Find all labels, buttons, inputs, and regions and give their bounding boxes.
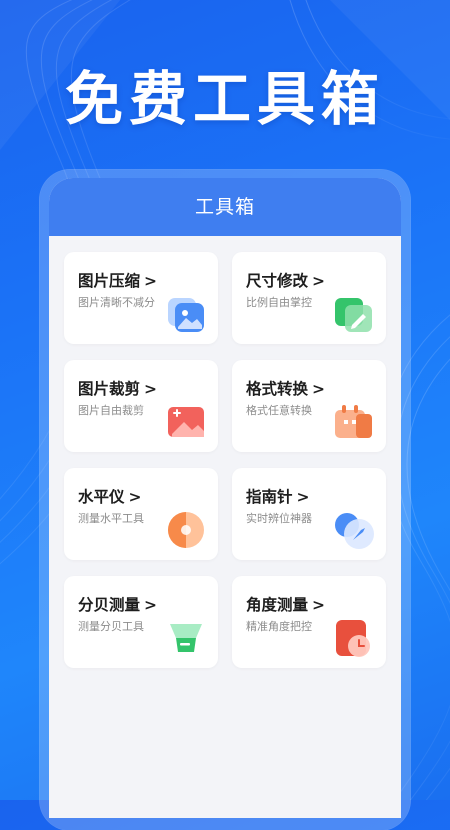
tool-title: 水平仪 [78,488,125,506]
image-compress-icon [168,298,204,332]
tool-title: 图片压缩 [78,272,141,290]
app-screen: 工具箱 图片压缩> 图片清晰不减分 尺寸修改> 比例自由掌控 图片裁剪> [49,178,401,818]
tool-card-format-convert[interactable]: 格式转换 > 格式任意转换 [232,360,386,452]
tool-card-level[interactable]: 水平仪 > 测量水平工具 [64,468,218,560]
chevron-right-icon: > [312,380,326,398]
page-title: 工具箱 [49,178,401,236]
tool-title: 尺寸修改 [246,272,309,290]
tool-description: 比例自由掌控 [246,296,312,309]
resize-edit-icon [335,298,372,332]
tool-card-angle[interactable]: 角度测量 > 精准角度把控 [232,576,386,668]
decibel-icon [170,624,202,652]
chevron-right-icon: > [144,380,158,398]
tool-description: 测量水平工具 [78,512,144,525]
tool-description: 格式任意转换 [246,404,312,417]
tool-title: 角度测量 [246,596,309,614]
tool-description: 图片清晰不减分 [78,296,155,309]
tool-description: 精准角度把控 [246,620,312,633]
chevron-right-icon: > [144,596,158,614]
tool-description: 图片自由裁剪 [78,404,144,417]
chevron-right-icon: > [312,272,326,290]
chevron-right-icon: > [312,596,326,614]
tool-title: 图片裁剪 [78,380,141,398]
tool-card-image-crop[interactable]: 图片裁剪 > 图片自由裁剪 [64,360,218,452]
chevron-right-icon: > [144,272,158,290]
tool-card-decibel[interactable]: 分贝测量 > 测量分贝工具 [64,576,218,668]
angle-icon [336,620,370,657]
tool-description: 测量分贝工具 [78,620,144,633]
tool-card-image-compress[interactable]: 图片压缩 > 图片清晰不减分 [64,252,218,344]
chevron-right-icon: > [296,488,310,506]
compass-icon [335,513,374,549]
tool-title: 格式转换 [246,380,309,398]
chevron-right-icon: > [128,488,142,506]
tool-card-compass[interactable]: 指南针 > 实时辨位神器 [232,468,386,560]
level-icon [168,512,204,548]
hero-title: 免费工具箱 [64,65,385,133]
tool-card-resize[interactable]: 尺寸修改 > 比例自由掌控 [232,252,386,344]
tool-title: 分贝测量 [78,596,141,614]
image-crop-icon [168,407,204,437]
tool-description: 实时辨位神器 [246,512,312,525]
tool-title: 指南针 [246,488,293,506]
format-convert-icon [335,405,372,438]
